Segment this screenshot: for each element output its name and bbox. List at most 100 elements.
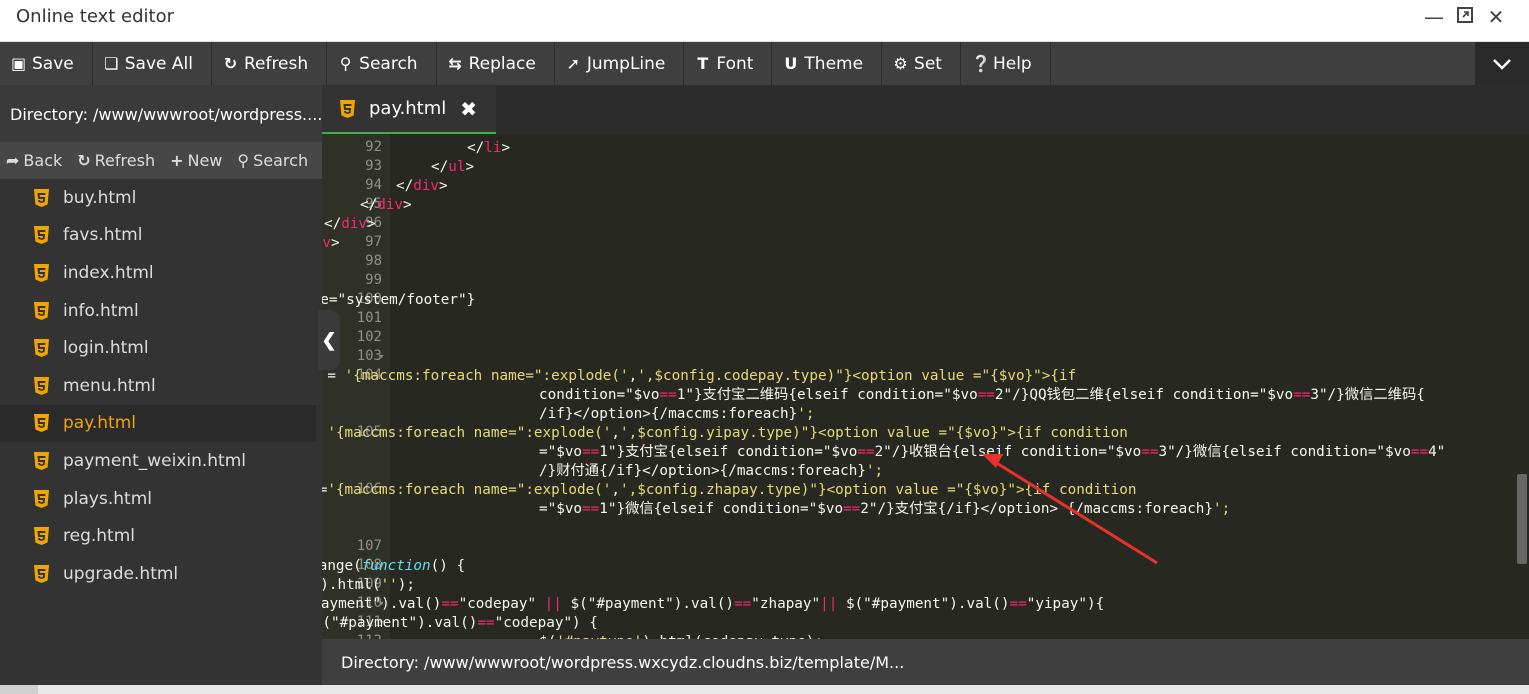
jumpline-button[interactable]: ➚ JumpLine — [555, 42, 685, 85]
html5-icon — [34, 489, 49, 508]
code-line: var zhapay_type ='{maccms:foreach name="… — [322, 482, 1137, 498]
refresh-icon: ↻ — [77, 151, 91, 170]
scrollbar-thumb[interactable] — [1517, 474, 1527, 564]
html5-icon — [34, 301, 49, 320]
save-all-button[interactable]: ❏ Save All — [93, 42, 212, 85]
file-name: favs.html — [63, 225, 143, 246]
html5-icon — [34, 527, 49, 546]
save-icon: ▣ — [10, 54, 27, 73]
sidebar-collapse-handle[interactable]: ❮ — [318, 310, 340, 370]
line-number: 99 — [365, 272, 382, 288]
file-sidebar: Directory: /www/wwwroot/wordpress.... ➦ B… — [0, 85, 322, 685]
file-name: login.html — [63, 338, 149, 359]
html5-icon — [34, 339, 49, 358]
search-icon: ⚲ — [339, 54, 352, 73]
code-line: var yipay_type = '{maccms:foreach name="… — [327, 425, 1128, 441]
file-name: upgrade.html — [63, 563, 179, 584]
code-line: </ul> — [431, 159, 475, 175]
file-item[interactable]: index.html — [0, 254, 316, 292]
html5-icon — [34, 564, 49, 583]
search-button[interactable]: ⚲ Search — [327, 42, 437, 85]
file-item[interactable]: payment_weixin.html — [0, 442, 316, 480]
html5-icon — [34, 226, 49, 245]
search-icon: ⚲ — [237, 151, 250, 170]
html5-icon — [340, 99, 355, 118]
refresh-icon: ↻ — [223, 54, 238, 73]
html5-icon — [34, 451, 49, 470]
window-title: Online text editor — [16, 6, 175, 27]
code-line: $('#paytype').html(''); — [322, 577, 415, 593]
status-bar: Directory: /www/wwwroot/wordpress.wxcydz… — [322, 639, 1529, 685]
font-button[interactable]: T Font — [684, 42, 773, 85]
sidebar-directory: Directory: /www/wwwroot/wordpress.... — [0, 85, 322, 142]
line-number: 93 — [365, 158, 382, 174]
fold-arrow-icon[interactable]: ▾ — [379, 352, 384, 362]
html5-icon — [34, 376, 49, 395]
code-line-wrap: /if}</option>{/maccms:foreach}'; — [539, 406, 815, 422]
new-button[interactable]: + New — [170, 151, 222, 170]
html5-icon — [34, 188, 49, 207]
minimize-icon[interactable]: — — [1422, 6, 1446, 30]
file-item[interactable]: pay.html — [0, 404, 316, 443]
file-list: buy.html favs.html index.html info.html logi… — [0, 179, 322, 593]
file-item[interactable]: favs.html — [0, 217, 316, 255]
file-item[interactable]: reg.html — [0, 517, 316, 555]
html5-icon — [34, 414, 49, 433]
refresh-button[interactable]: ↻ Refresh — [212, 42, 328, 85]
file-name: pay.html — [63, 413, 136, 434]
title-bar: Online text editor — ✕ — [0, 0, 1529, 42]
code-line-wrap: condition="$vo==1"}支付宝二维码{elseif conditi… — [539, 387, 1425, 403]
chevron-left-icon: ❮ — [321, 329, 337, 350]
file-name: plays.html — [63, 488, 152, 509]
file-item[interactable]: buy.html — [0, 179, 316, 217]
file-item[interactable]: login.html — [0, 329, 316, 367]
save-all-icon: ❏ — [104, 54, 119, 73]
back-button[interactable]: ➦ Back — [6, 151, 62, 170]
file-item[interactable]: menu.html — [0, 367, 316, 405]
theme-button[interactable]: U Theme — [772, 42, 883, 85]
code-line: </div> — [322, 235, 340, 251]
replace-button[interactable]: ⇆ Replace — [437, 42, 555, 85]
status-directory: Directory: /www/wwwroot/wordpress.wxcydz… — [341, 653, 905, 672]
code-line: </div> — [396, 178, 448, 194]
file-name: info.html — [63, 300, 139, 321]
help-button[interactable]: ❔ Help — [961, 42, 1051, 85]
sidebar-refresh-button[interactable]: ↻ Refresh — [77, 151, 155, 170]
code-line: {include file="system/footer"} — [322, 292, 476, 308]
sidebar-search-button[interactable]: ⚲ Search — [237, 151, 308, 170]
file-name: reg.html — [63, 526, 135, 547]
close-icon[interactable]: ✕ — [1484, 6, 1508, 30]
code-line: if($("#payment").val()=="codepay") { — [322, 615, 598, 631]
sidebar-tools: ➦ Back ↻ Refresh + New ⚲ Search — [0, 142, 322, 179]
toolbar-collapse-button[interactable] — [1475, 42, 1529, 85]
chevron-down-icon — [1493, 58, 1511, 70]
line-number: 94 — [365, 177, 382, 193]
help-icon: ❔ — [970, 54, 991, 73]
vertical-scrollbar[interactable] — [1515, 134, 1529, 639]
line-number: 92 — [365, 139, 382, 155]
set-button[interactable]: ⚙ Set — [882, 42, 961, 85]
code-line: $("#payment").change(function() { — [322, 558, 466, 574]
gear-icon: ⚙ — [893, 54, 908, 73]
close-icon[interactable]: ✖ — [460, 97, 477, 121]
file-name: buy.html — [63, 187, 137, 208]
magnet-icon: U — [784, 54, 798, 73]
plus-icon: + — [170, 151, 184, 170]
file-item[interactable]: plays.html — [0, 480, 316, 518]
code-line-wrap: ="$vo==1"}支付宝{elseif condition="$vo==2"/… — [539, 444, 1446, 460]
save-button[interactable]: ▣ Save — [0, 42, 93, 85]
pin-icon: ➚ — [566, 54, 581, 73]
replace-icon: ⇆ — [448, 54, 462, 73]
file-name: index.html — [63, 262, 154, 283]
maximize-icon[interactable] — [1453, 6, 1477, 30]
code-line-wrap: /}财付通{/if}</option>{/maccms:foreach}'; — [539, 463, 884, 479]
code-line-wrap: ="$vo==1"}微信{elseif condition="$vo==2"/}… — [539, 501, 1231, 517]
file-item[interactable]: upgrade.html — [0, 555, 316, 593]
file-item[interactable]: info.html — [0, 292, 316, 330]
line-number: 98 — [365, 253, 382, 269]
toolbar: ▣ Save ❏ Save All ↻ Refresh ⚲ Search ⇆ Replac… — [0, 42, 1529, 85]
code-line: var codepay_type = '{maccms:foreach name… — [327, 368, 1077, 384]
tab-pay-html[interactable]: pay.html ✖ — [322, 85, 496, 134]
line-number: 107 — [356, 538, 382, 554]
code-editor[interactable]: 92 </li> 93 </ul> 94 </div> 95 </div> 96 </div> 97… — [322, 134, 1529, 639]
